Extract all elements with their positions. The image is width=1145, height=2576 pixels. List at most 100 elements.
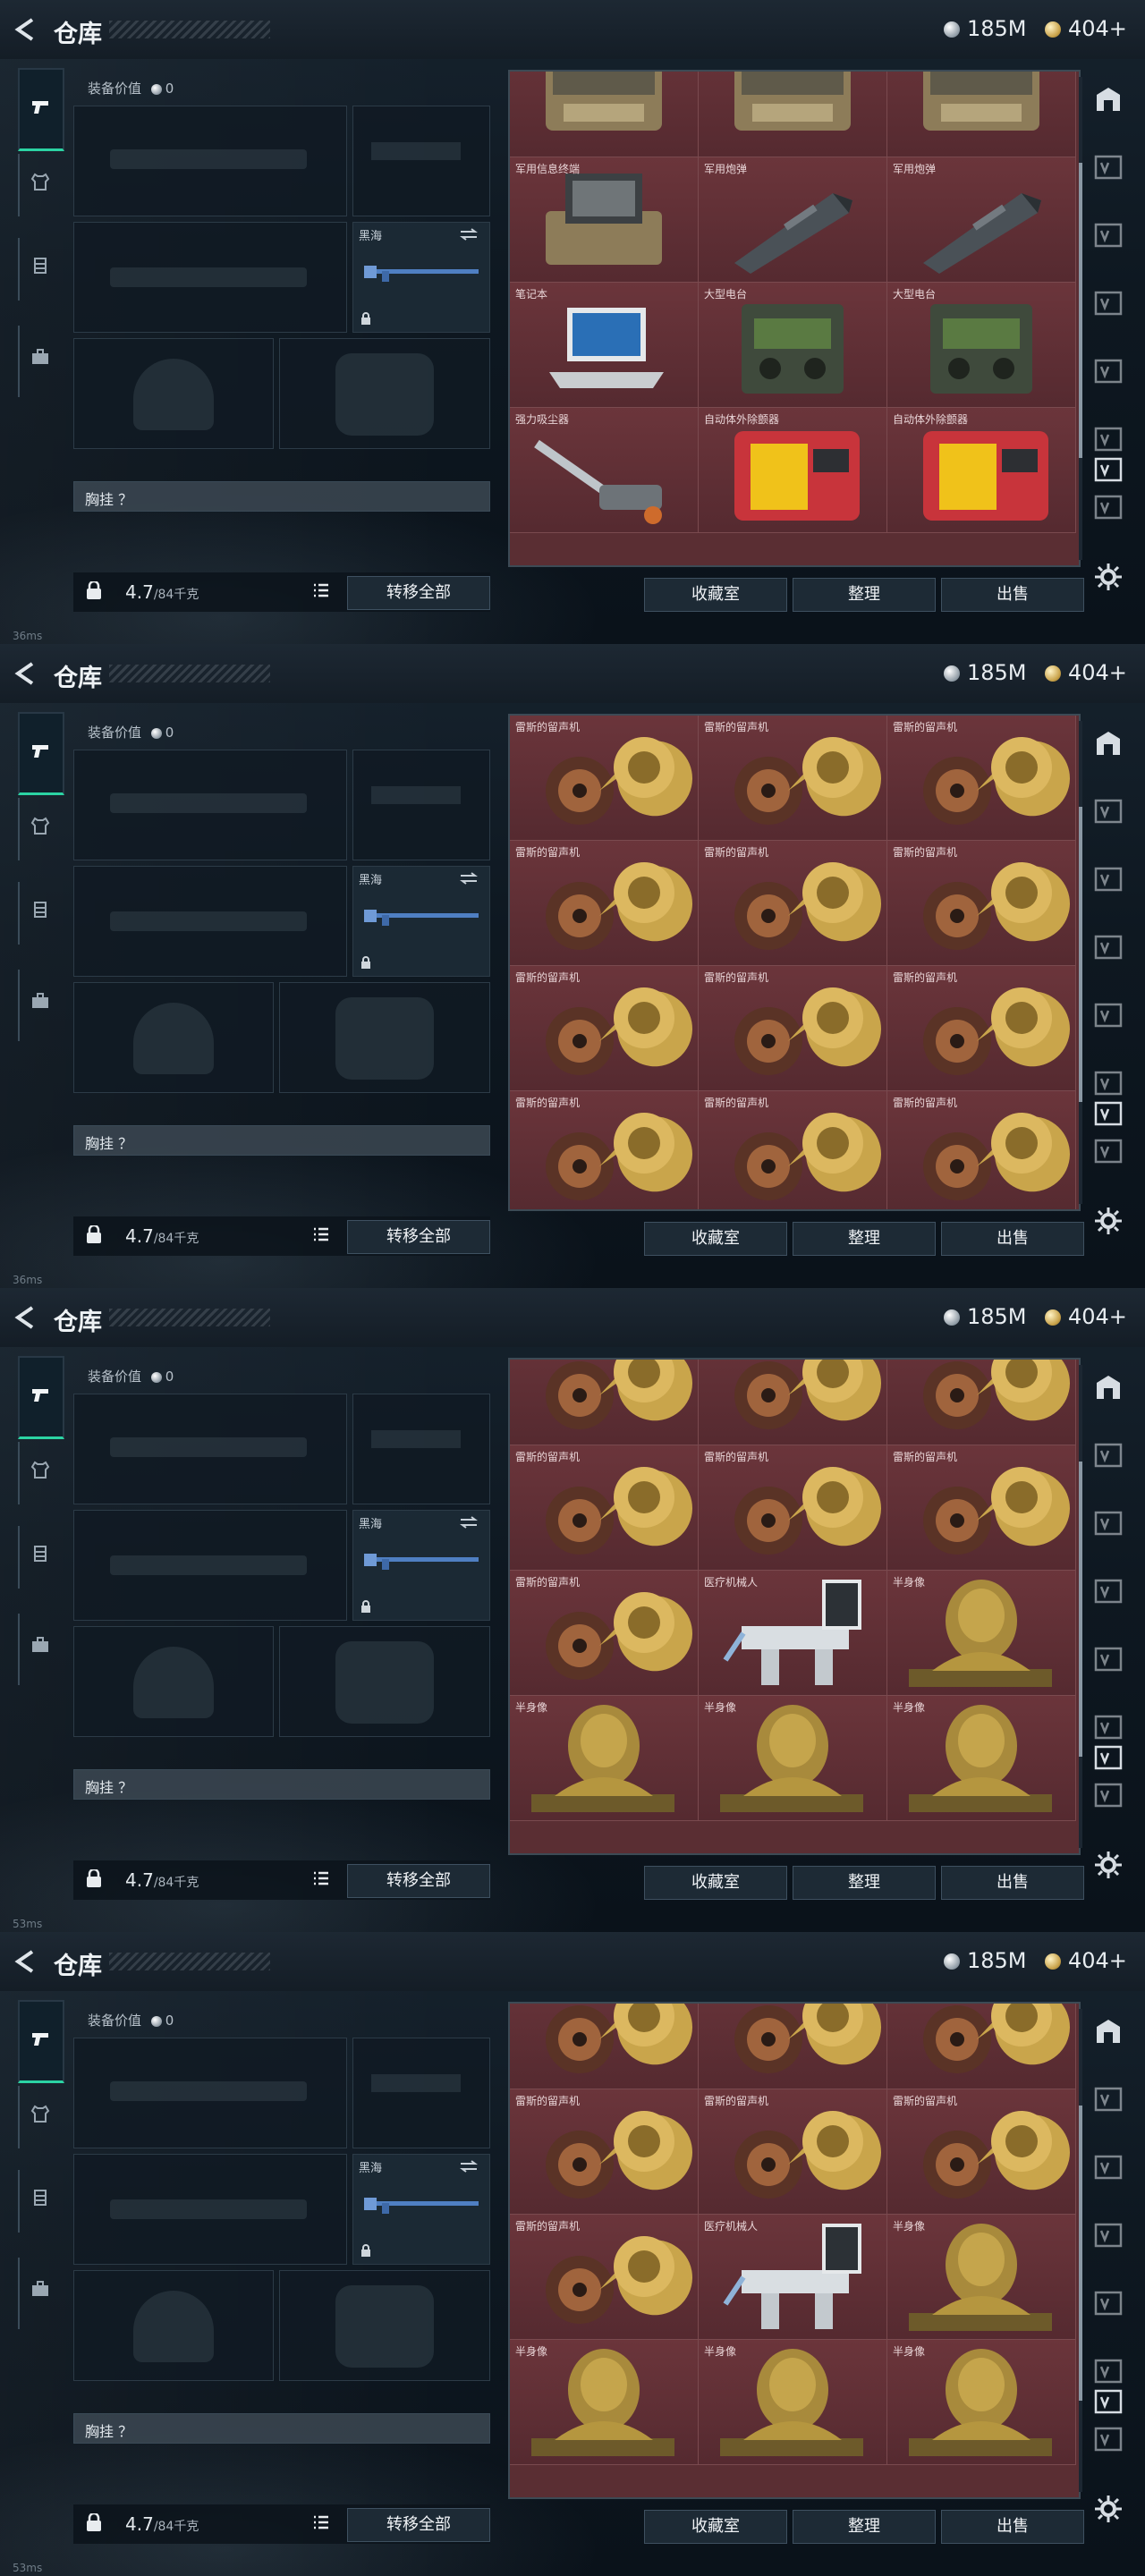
inventory-item[interactable]: 军用信息终端 <box>510 157 699 283</box>
secondary-weapon-slot[interactable] <box>73 866 347 977</box>
back-icon[interactable] <box>13 662 38 685</box>
inventory-item[interactable]: 雷斯的留声机 <box>699 841 887 966</box>
inventory-item[interactable]: 医疗机械人 <box>699 2215 887 2340</box>
inventory-item[interactable]: 大型电台 <box>699 283 887 408</box>
inventory-item[interactable]: 雷斯的留声机 <box>510 716 699 841</box>
v-tab-1-icon[interactable] <box>1093 1440 1124 1470</box>
inventory-item[interactable]: 自动体外除颤器 <box>699 408 887 533</box>
tab-armor[interactable] <box>18 154 63 216</box>
inventory-item[interactable]: 半身像 <box>887 2340 1076 2465</box>
v-tab-4-icon[interactable] <box>1093 356 1124 386</box>
back-icon[interactable] <box>13 1950 38 1973</box>
v-tab-4-icon[interactable] <box>1093 1000 1124 1030</box>
tab-armor[interactable] <box>18 798 63 860</box>
primary-weapon-slot[interactable] <box>73 750 347 860</box>
v-tab-5-icon[interactable] <box>1093 2356 1124 2386</box>
v-tab-4-icon[interactable] <box>1093 2288 1124 2318</box>
inventory-item[interactable]: 雷斯的留声机 <box>510 2089 699 2215</box>
v-tab-2-icon[interactable] <box>1093 1508 1124 1538</box>
tab-rig[interactable] <box>18 238 63 301</box>
inventory-item[interactable]: 半身像 <box>887 1696 1076 1821</box>
swap-icon[interactable] <box>459 2160 479 2173</box>
v-tab-7-icon[interactable] <box>1093 2386 1124 2417</box>
tab-weapons[interactable] <box>18 712 64 795</box>
chest-rig-header[interactable]: 胸挂 ？ <box>73 1769 490 1800</box>
secondary-weapon-slot[interactable] <box>73 2154 347 2265</box>
inventory-item[interactable]: 雷斯的留声机 <box>887 716 1076 841</box>
gold-currency[interactable]: 404+ <box>1045 660 1127 685</box>
transfer-all-button[interactable]: 转移全部 <box>347 1220 490 1254</box>
primary-weapon-slot[interactable] <box>73 2038 347 2148</box>
tab-armor[interactable] <box>18 2086 63 2148</box>
v-tab-6-icon[interactable] <box>1093 2424 1124 2454</box>
inventory-item[interactable]: 雷斯的留声机 <box>510 1091 699 1209</box>
list-icon[interactable] <box>313 1227 329 1241</box>
inventory-item[interactable] <box>510 2004 699 2089</box>
chest-rig-header[interactable]: 胸挂 ？ <box>73 2413 490 2444</box>
v-tab-3-icon[interactable] <box>1093 932 1124 962</box>
inventory-item[interactable]: 半身像 <box>510 2340 699 2465</box>
chest-rig-header[interactable]: 胸挂 ？ <box>73 1125 490 1156</box>
sell-button[interactable]: 出售 <box>941 578 1084 612</box>
sell-button[interactable]: 出售 <box>941 1866 1084 1900</box>
inventory-scrollbar[interactable] <box>1079 2009 1082 2492</box>
gold-currency[interactable]: 404+ <box>1045 1304 1127 1329</box>
inventory-item[interactable]: 雷斯的留声机 <box>510 1445 699 1571</box>
inventory-item[interactable]: 雷斯的留声机 <box>510 841 699 966</box>
inventory-item[interactable]: 半身像 <box>510 1696 699 1821</box>
inventory-item[interactable]: 半身像 <box>887 1571 1076 1696</box>
list-icon[interactable] <box>313 1871 329 1885</box>
v-tab-2-icon[interactable] <box>1093 864 1124 894</box>
inventory-item[interactable]: 雷斯的留声机 <box>887 841 1076 966</box>
inventory-item[interactable] <box>887 72 1076 157</box>
list-icon[interactable] <box>313 583 329 597</box>
v-tab-6-icon[interactable] <box>1093 492 1124 522</box>
inventory-item[interactable]: 半身像 <box>699 2340 887 2465</box>
inventory-item[interactable]: 雷斯的留声机 <box>887 1445 1076 1571</box>
pistol-slot[interactable] <box>352 1394 490 1504</box>
sell-button[interactable]: 出售 <box>941 1222 1084 1256</box>
v-tab-2-icon[interactable] <box>1093 220 1124 250</box>
gear-icon[interactable] <box>1093 1850 1124 1880</box>
melee-slot[interactable]: 黑海 <box>352 2154 490 2265</box>
storage-tab-icon[interactable] <box>1093 728 1124 758</box>
tab-backpack[interactable] <box>18 2258 63 2329</box>
gear-icon[interactable] <box>1093 2494 1124 2524</box>
swap-icon[interactable] <box>459 228 479 241</box>
melee-slot[interactable]: 黑海 <box>352 1510 490 1621</box>
v-tab-3-icon[interactable] <box>1093 2220 1124 2250</box>
inventory-item[interactable]: 军用炮弹 <box>887 157 1076 283</box>
inventory-item[interactable]: 大型电台 <box>887 283 1076 408</box>
inventory-item[interactable]: 雷斯的留声机 <box>510 2215 699 2340</box>
inventory-item[interactable]: 医疗机械人 <box>699 1571 887 1696</box>
inventory-item[interactable] <box>887 1360 1076 1445</box>
inventory-item[interactable]: 笔记本 <box>510 283 699 408</box>
primary-weapon-slot[interactable] <box>73 106 347 216</box>
v-tab-7-icon[interactable] <box>1093 1098 1124 1129</box>
pistol-slot[interactable] <box>352 750 490 860</box>
collection-room-button[interactable]: 收藏室 <box>644 1222 787 1256</box>
tab-backpack[interactable] <box>18 326 63 397</box>
inventory-scrollbar[interactable] <box>1079 721 1082 1204</box>
armor-slot[interactable] <box>279 982 490 1093</box>
scrollbar-thumb[interactable] <box>1079 163 1082 458</box>
storage-tab-icon[interactable] <box>1093 84 1124 114</box>
secondary-weapon-slot[interactable] <box>73 1510 347 1621</box>
v-tab-6-icon[interactable] <box>1093 1780 1124 1810</box>
scrollbar-thumb[interactable] <box>1079 1462 1082 1757</box>
inventory-item[interactable]: 雷斯的留声机 <box>699 716 887 841</box>
collection-room-button[interactable]: 收藏室 <box>644 578 787 612</box>
helmet-slot[interactable] <box>73 2270 274 2381</box>
melee-slot[interactable]: 黑海 <box>352 866 490 977</box>
tab-backpack[interactable] <box>18 970 63 1041</box>
inventory-item[interactable]: 雷斯的留声机 <box>510 1571 699 1696</box>
swap-icon[interactable] <box>459 1516 479 1529</box>
sort-button[interactable]: 整理 <box>793 1866 936 1900</box>
inventory-item[interactable]: 雷斯的留声机 <box>699 1091 887 1209</box>
back-icon[interactable] <box>13 1306 38 1329</box>
collection-room-button[interactable]: 收藏室 <box>644 1866 787 1900</box>
chest-rig-header[interactable]: 胸挂 ？ <box>73 481 490 512</box>
inventory-item[interactable] <box>510 72 699 157</box>
inventory-scrollbar[interactable] <box>1079 1365 1082 1848</box>
tab-weapons[interactable] <box>18 68 64 151</box>
